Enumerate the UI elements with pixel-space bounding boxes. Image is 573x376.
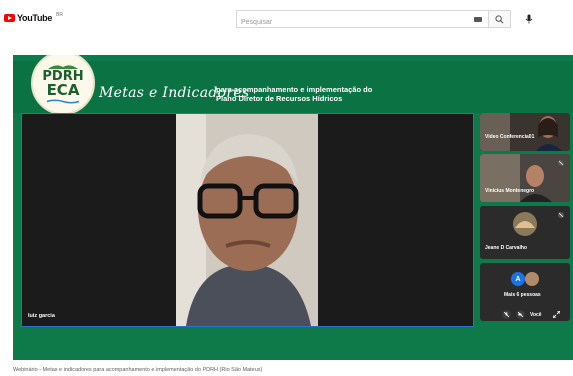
hills-icon <box>48 64 78 69</box>
search-button[interactable] <box>489 10 511 28</box>
mic-off-icon <box>558 160 564 166</box>
self-label: Você <box>530 311 542 318</box>
river-icon <box>47 98 79 104</box>
participant-video <box>480 154 570 202</box>
event-banner: PDRH ECA Metas e Indicadores para acompa… <box>13 55 573 115</box>
participant-video <box>480 113 570 151</box>
video-title: Webinário - Metas e indicadores para aco… <box>13 367 263 373</box>
expand-icon[interactable] <box>552 311 560 318</box>
pdrh-eca-logo: PDRH ECA <box>31 55 95 115</box>
search-input[interactable] <box>237 14 437 31</box>
speaker-image <box>176 114 318 326</box>
youtube-header: YouTube BR <box>0 0 573 40</box>
banner-subtitle: para acompanhamento e implementação do P… <box>216 85 373 103</box>
mic-icon <box>525 14 533 24</box>
avatar <box>525 272 539 286</box>
avatar: A <box>511 272 525 286</box>
country-code: BR <box>56 12 64 18</box>
main-speaker-stage[interactable]: luiz garcia <box>21 113 474 327</box>
participant-name: Video Conferencia01 <box>485 134 535 140</box>
video-player[interactable]: PDRH ECA Metas e Indicadores para acompa… <box>13 55 573 360</box>
search-icon <box>495 14 504 23</box>
speaker-video <box>176 114 318 326</box>
mic-button[interactable] <box>521 11 537 27</box>
youtube-play-icon <box>4 14 15 22</box>
camera-off-icon <box>518 312 523 317</box>
search-box <box>236 10 489 31</box>
camera-toggle-button[interactable] <box>516 310 525 319</box>
participant-tile[interactable]: Vinicius Montenegro <box>480 154 570 202</box>
keyboard-icon[interactable] <box>474 17 482 22</box>
speaker-name: luiz garcia <box>28 313 55 319</box>
participant-name: Jeane D Carvalho <box>485 245 527 251</box>
mic-off-icon <box>558 212 564 218</box>
participant-avatar <box>480 206 570 259</box>
more-people-label: Mais 6 pessoas <box>504 292 541 298</box>
participant-name: Vinicius Montenegro <box>485 188 535 194</box>
youtube-logo[interactable]: YouTube BR <box>4 12 64 23</box>
participant-tile[interactable]: Video Conferencia01 <box>480 113 570 151</box>
self-controls: Você <box>502 310 560 319</box>
mic-toggle-button[interactable] <box>502 310 511 319</box>
mic-off-icon <box>504 312 509 317</box>
participant-tile[interactable]: Jeane D Carvalho <box>480 206 570 259</box>
youtube-logo-text: YouTube <box>17 13 53 23</box>
